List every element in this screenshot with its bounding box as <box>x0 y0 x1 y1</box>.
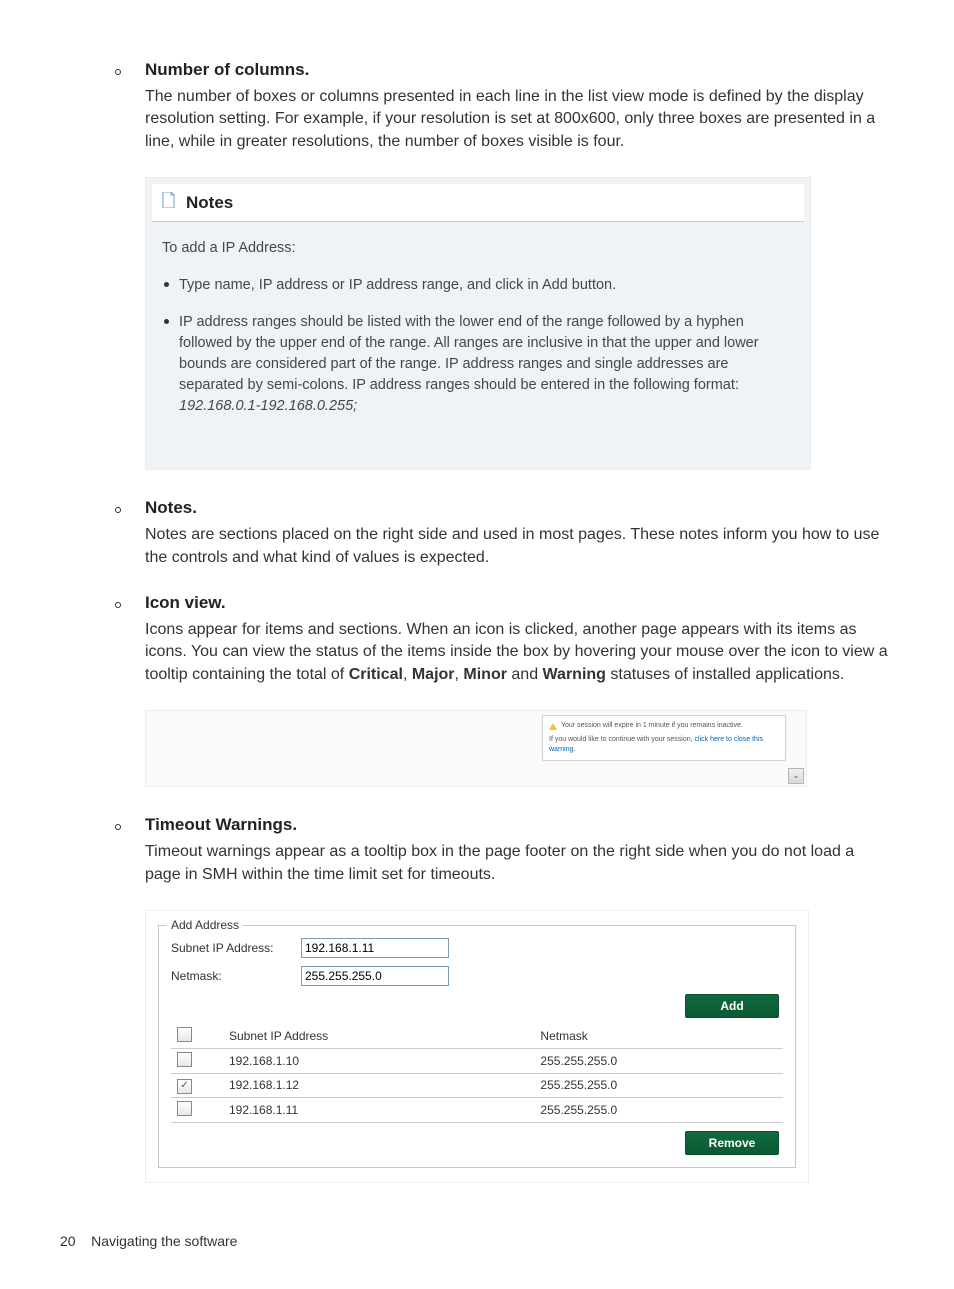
document-icon <box>162 192 176 213</box>
heading-number-of-columns: Number of columns. <box>145 60 309 80</box>
cell-mask: 255.255.255.0 <box>534 1097 783 1122</box>
cell-mask: 255.255.255.0 <box>534 1049 783 1074</box>
section-notes: Notes. Notes are sections placed on the … <box>60 498 894 569</box>
col-netmask: Netmask <box>534 1024 783 1049</box>
section-number-of-columns: Number of columns. The number of boxes o… <box>60 60 894 153</box>
scroll-down-icon[interactable]: ⌄ <box>788 768 804 784</box>
subnet-input[interactable] <box>301 938 449 958</box>
body-notes: Notes are sections placed on the right s… <box>145 524 894 569</box>
add-button[interactable]: Add <box>685 994 779 1018</box>
session-warning-tooltip: Your session will expire in 1 minute if … <box>542 715 786 760</box>
cell-ip: 192.168.1.12 <box>223 1074 534 1098</box>
cell-ip: 192.168.1.11 <box>223 1097 534 1122</box>
address-table: Subnet IP Address Netmask 192.168.1.10 2… <box>171 1024 783 1123</box>
notes-bullet-2: IP address ranges should be listed with … <box>179 312 770 417</box>
notes-bullet-2-text: IP address ranges should be listed with … <box>179 314 759 393</box>
timeout-screenshot: Your session will expire in 1 minute if … <box>145 710 807 787</box>
iconview-major: Major <box>412 666 455 683</box>
heading-timeout: Timeout Warnings. <box>145 815 297 835</box>
session-continue-line: If you would like to continue with your … <box>549 735 779 755</box>
netmask-label: Netmask: <box>171 969 301 983</box>
notes-bullet-2-example: 192.168.0.1-192.168.0.255; <box>179 398 357 414</box>
session-warning-text: Your session will expire in 1 minute if … <box>561 721 743 731</box>
table-header-row: Subnet IP Address Netmask <box>171 1024 783 1049</box>
body-number-of-columns: The number of boxes or columns presented… <box>145 86 894 153</box>
remove-button[interactable]: Remove <box>685 1131 779 1155</box>
iconview-post: statuses of installed applications. <box>606 666 844 683</box>
bullet-icon <box>115 602 121 608</box>
subnet-label: Subnet IP Address: <box>171 941 301 955</box>
iconview-warning: Warning <box>543 666 606 683</box>
add-address-screenshot: Add Address Subnet IP Address: Netmask: … <box>145 910 809 1183</box>
page-footer: 20 Navigating the software <box>60 1233 894 1249</box>
notes-panel-header: Notes <box>152 184 804 222</box>
table-row: 192.168.1.11 255.255.255.0 <box>171 1097 783 1122</box>
body-icon-view: Icons appear for items and sections. Whe… <box>145 619 894 686</box>
add-address-legend: Add Address <box>167 918 243 932</box>
bullet-icon <box>164 319 169 324</box>
iconview-minor: Minor <box>463 666 507 683</box>
checkbox-header[interactable] <box>177 1027 192 1042</box>
heading-notes: Notes. <box>145 498 197 518</box>
iconview-critical: Critical <box>349 666 403 683</box>
table-row: 192.168.1.10 255.255.255.0 <box>171 1049 783 1074</box>
bullet-icon <box>164 282 169 287</box>
section-timeout-warnings: Timeout Warnings. Timeout warnings appea… <box>60 815 894 886</box>
checkbox-row[interactable] <box>177 1101 192 1116</box>
bullet-icon <box>115 824 121 830</box>
page-number: 20 <box>60 1233 76 1249</box>
netmask-input[interactable] <box>301 966 449 986</box>
bullet-icon <box>115 69 121 75</box>
notes-bullet-1: Type name, IP address or IP address rang… <box>179 275 770 296</box>
checkbox-row[interactable]: ✓ <box>177 1079 192 1094</box>
col-subnet: Subnet IP Address <box>223 1024 534 1049</box>
table-row: ✓ 192.168.1.12 255.255.255.0 <box>171 1074 783 1098</box>
notes-panel-title: Notes <box>186 193 233 213</box>
notes-lead: To add a IP Address: <box>162 238 770 259</box>
footer-title: Navigating the software <box>91 1233 237 1249</box>
cell-mask: 255.255.255.0 <box>534 1074 783 1098</box>
session-line2-pre: If you would like to continue with your … <box>549 736 695 743</box>
cell-ip: 192.168.1.10 <box>223 1049 534 1074</box>
add-address-fieldset: Add Address Subnet IP Address: Netmask: … <box>158 925 796 1168</box>
checkbox-row[interactable] <box>177 1052 192 1067</box>
bullet-icon <box>115 507 121 513</box>
section-icon-view: Icon view. Icons appear for items and se… <box>60 593 894 686</box>
heading-icon-view: Icon view. <box>145 593 226 613</box>
warning-icon <box>549 723 557 730</box>
session-line2-post: . <box>574 746 576 753</box>
body-timeout: Timeout warnings appear as a tooltip box… <box>145 841 894 886</box>
notes-screenshot: Notes To add a IP Address: Type name, IP… <box>145 177 811 470</box>
